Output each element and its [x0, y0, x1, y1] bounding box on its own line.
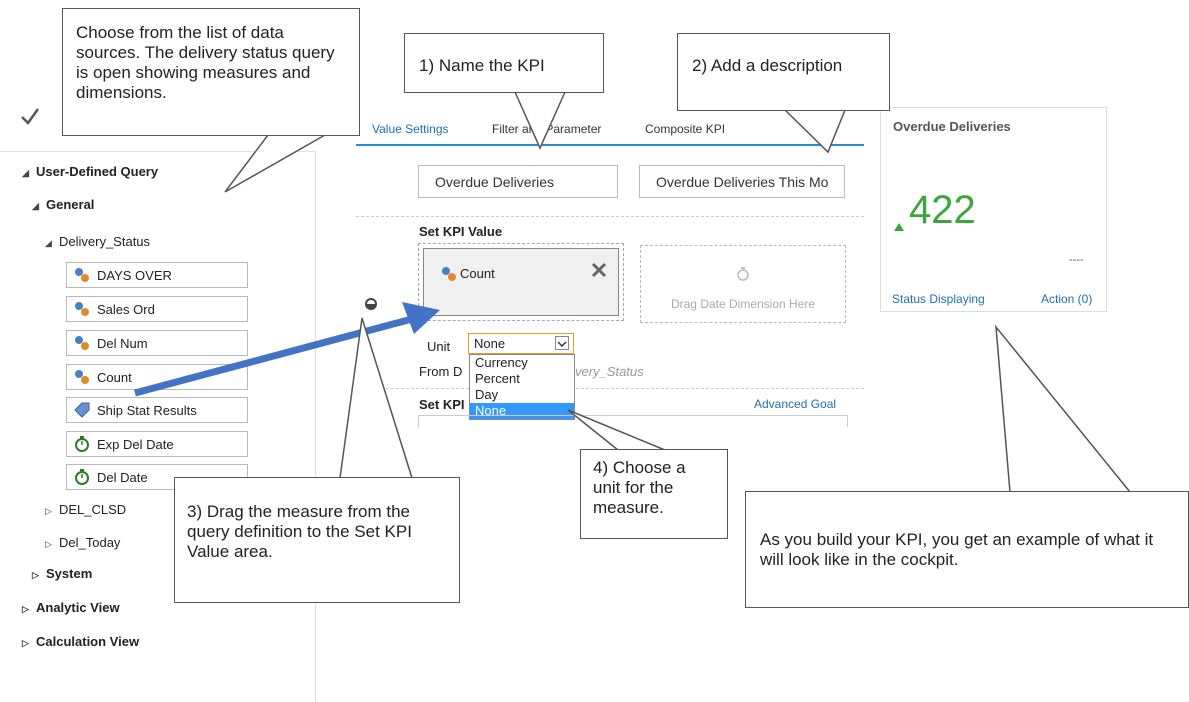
tree-user-defined-query[interactable]: ◢ User-Defined Query — [22, 164, 158, 179]
collapsed-icon: ▷ — [45, 539, 52, 549]
set-kpi-value-title: Set KPI Value — [419, 224, 503, 239]
measure-chip[interactable]: Count — [423, 248, 619, 316]
measure-icon — [73, 334, 91, 352]
goal-area — [418, 415, 848, 427]
callout-drag-measure: 3) Drag the measure from the query defin… — [174, 477, 460, 603]
collapsed-icon: ▷ — [22, 604, 29, 614]
collapsed-icon: ▷ — [22, 638, 29, 648]
tree-del-today[interactable]: ▷ Del_Today — [45, 535, 120, 550]
callout-choose-unit: 4) Choose a unit for the measure. — [580, 449, 728, 539]
kpi-preview-tile[interactable]: Overdue Deliveries 422 ---- Status Displ… — [880, 107, 1107, 312]
tag-icon — [73, 401, 91, 419]
tree-calculation-view[interactable]: ▷ Calculation View — [22, 634, 139, 649]
status-displaying-link[interactable]: Status Displaying — [892, 292, 985, 306]
tree-general[interactable]: ◢ General — [32, 197, 94, 212]
trend-up-icon — [894, 218, 904, 231]
expanded-icon: ◢ — [45, 238, 52, 248]
field-days-over[interactable]: DAYS OVER — [66, 262, 248, 288]
from-value: very_Status — [575, 364, 644, 379]
field-del-num[interactable]: Del Num — [66, 330, 248, 356]
advanced-goal-link[interactable]: Advanced Goal — [754, 397, 836, 411]
section-divider — [356, 216, 864, 217]
stopwatch-icon — [735, 266, 751, 282]
measure-icon — [73, 266, 91, 284]
chevron-down-icon[interactable] — [555, 336, 569, 350]
expanded-icon: ◢ — [22, 168, 29, 178]
tab-underline — [356, 144, 864, 146]
callout-name-kpi: 1) Name the KPI — [404, 33, 604, 93]
tab-composite-kpi[interactable]: Composite KPI — [645, 122, 725, 136]
measure-icon — [73, 300, 91, 318]
tab-value-settings[interactable]: Value Settings — [372, 122, 449, 136]
stopwatch-icon — [73, 468, 91, 486]
unit-option-currency[interactable]: Currency — [470, 355, 574, 371]
callout-choose-data-source: Choose from the list of data sources. Th… — [62, 8, 360, 136]
left-panel-divider — [315, 150, 316, 702]
action-link[interactable]: Action (0) — [1041, 292, 1092, 306]
measure-icon — [440, 265, 458, 283]
tile-value: 422 — [909, 188, 976, 232]
unit-select[interactable]: None — [468, 333, 574, 354]
callout-preview: As you build your KPI, you get an exampl… — [745, 491, 1189, 608]
kpi-name-input[interactable]: Overdue Deliveries — [418, 165, 618, 198]
field-ship-stat-results[interactable]: Ship Stat Results — [66, 397, 248, 423]
stopwatch-icon — [73, 435, 91, 453]
checkmark-icon[interactable] — [18, 104, 42, 128]
field-count[interactable]: Count — [66, 364, 248, 390]
unit-option-day[interactable]: Day — [470, 387, 574, 403]
unit-label: Unit — [427, 339, 451, 354]
from-label: From D — [419, 364, 463, 379]
collapsed-icon: ▷ — [32, 570, 39, 580]
unit-dropdown-list: Currency Percent Day None — [469, 354, 575, 420]
kpi-description-input[interactable]: Overdue Deliveries This Mo — [639, 165, 845, 198]
remove-icon[interactable] — [590, 261, 608, 279]
measure-drop-zone[interactable]: Count — [418, 243, 624, 321]
tile-dashes: ---- — [1069, 254, 1084, 266]
tree-del-clsd[interactable]: ▷ DEL_CLSD — [45, 502, 126, 517]
tree-delivery-status[interactable]: ◢ Delivery_Status — [45, 234, 150, 249]
collapsed-icon: ▷ — [45, 506, 52, 516]
tile-title: Overdue Deliveries — [893, 119, 1011, 134]
tree-analytic-view[interactable]: ▷ Analytic View — [22, 600, 120, 615]
threshold-icon[interactable] — [364, 297, 378, 311]
date-drop-zone[interactable]: Drag Date Dimension Here — [640, 245, 846, 323]
toolbar-divider — [0, 151, 316, 152]
field-sales-ord[interactable]: Sales Ord — [66, 296, 248, 322]
unit-option-percent[interactable]: Percent — [470, 371, 574, 387]
date-drop-hint: Drag Date Dimension Here — [670, 297, 816, 311]
tree-system[interactable]: ▷ System — [32, 566, 92, 581]
field-exp-del-date[interactable]: Exp Del Date — [66, 431, 248, 457]
measure-icon — [73, 368, 91, 386]
expanded-icon: ◢ — [32, 201, 39, 211]
tab-filter-and-parameter[interactable]: Filter and Parameter — [492, 122, 601, 136]
section-divider — [356, 388, 864, 389]
set-kpi-goal-title: Set KPI — [419, 397, 465, 412]
callout-add-description: 2) Add a description — [677, 33, 890, 111]
measure-chip-label: Count — [460, 266, 495, 281]
